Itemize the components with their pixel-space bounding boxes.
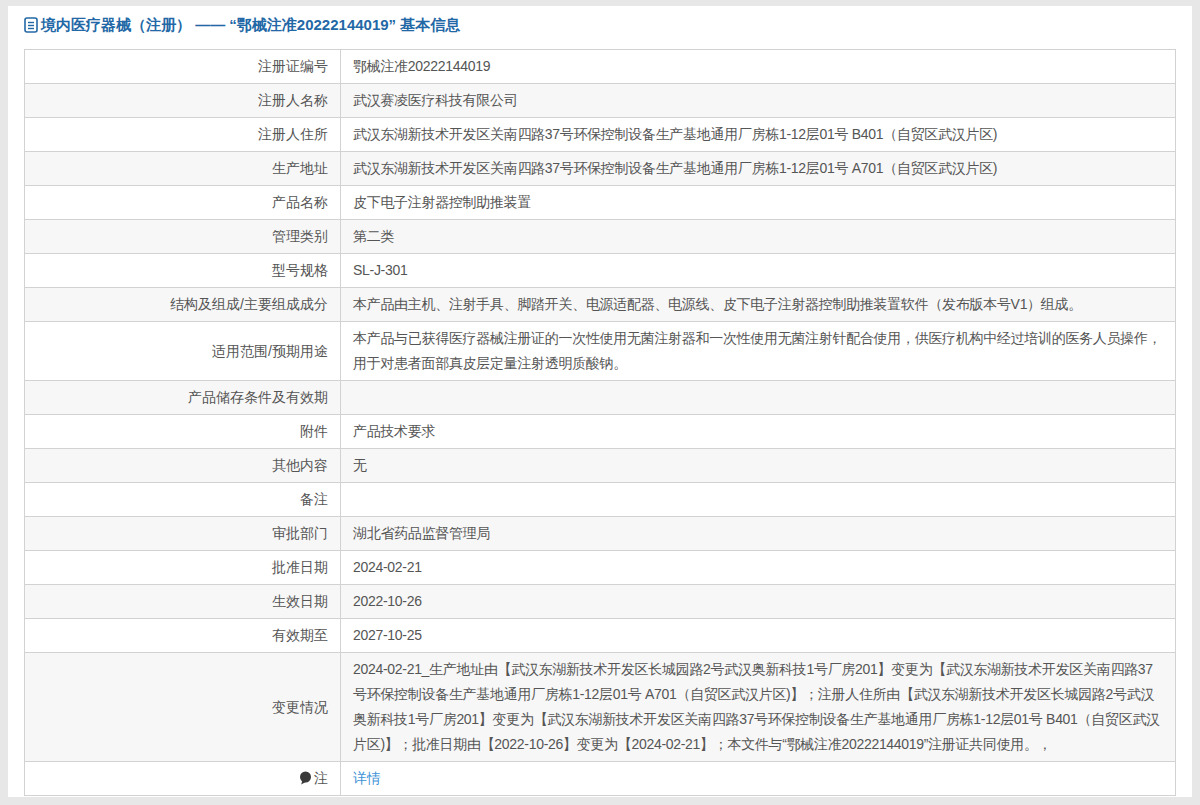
row-label-text: 注册证编号 — [258, 58, 328, 74]
row-value-text: 本产品由主机、注射手具、脚踏开关、电源适配器、电源线、皮下电子注射器控制助推装置… — [353, 296, 1082, 312]
row-value-text: 2024-02-21 — [353, 559, 422, 575]
table-row: 生产地址 武汉东湖新技术开发区关南四路37号环保控制设备生产基地通用厂房栋1-12… — [25, 152, 1176, 186]
row-label-text: 产品储存条件及有效期 — [188, 389, 328, 405]
table-row: 结构及组成/主要组成成分 本产品由主机、注射手具、脚踏开关、电源适配器、电源线、皮… — [25, 288, 1176, 322]
table-row: 审批部门 湖北省药品监督管理局 — [25, 517, 1176, 551]
comment-icon — [299, 768, 312, 782]
row-value-text: 鄂械注准20222144019 — [353, 58, 490, 74]
row-label: 结构及组成/主要组成成分 — [25, 288, 341, 322]
row-label-text: 注 — [314, 770, 328, 786]
row-label: 注 — [25, 762, 341, 796]
row-value-text: 无 — [353, 457, 367, 473]
row-value: 武汉东湖新技术开发区关南四路37号环保控制设备生产基地通用厂房栋1-12层01号… — [341, 152, 1176, 186]
page-title: 境内医疗器械（注册） —— “鄂械注准20222144019” 基本信息 — [41, 15, 460, 35]
row-value: 本产品由主机、注射手具、脚踏开关、电源适配器、电源线、皮下电子注射器控制助推装置… — [341, 288, 1176, 322]
row-value: SL-J-301 — [341, 254, 1176, 288]
row-value-text: 湖北省药品监督管理局 — [353, 525, 490, 541]
row-label: 变更情况 — [25, 653, 341, 762]
row-label: 生产地址 — [25, 152, 341, 186]
row-label: 注册人名称 — [25, 84, 341, 118]
row-value — [341, 483, 1176, 517]
row-label: 其他内容 — [25, 449, 341, 483]
row-label-text: 生效日期 — [272, 593, 328, 609]
table-row: 注册证编号 鄂械注准20222144019 — [25, 50, 1176, 84]
page-header: 境内医疗器械（注册） —— “鄂械注准20222144019” 基本信息 — [8, 6, 1192, 35]
row-label: 备注 — [25, 483, 341, 517]
row-label-text: 注册人住所 — [258, 126, 328, 142]
row-value: 本产品与已获得医疗器械注册证的一次性使用无菌注射器和一次性使用无菌注射针配合使用… — [341, 322, 1176, 381]
row-label-text: 注册人名称 — [258, 92, 328, 108]
info-table: 注册证编号鄂械注准20222144019注册人名称武汉赛凌医疗科技有限公司注册人… — [24, 49, 1176, 796]
table-row: 备注 — [25, 483, 1176, 517]
row-label-text: 其他内容 — [272, 457, 328, 473]
table-row: 产品储存条件及有效期 — [25, 381, 1176, 415]
row-label: 附件 — [25, 415, 341, 449]
row-value: 湖北省药品监督管理局 — [341, 517, 1176, 551]
row-value-text: 产品技术要求 — [353, 423, 435, 439]
table-row: 产品名称 皮下电子注射器控制助推装置 — [25, 186, 1176, 220]
row-label: 产品名称 — [25, 186, 341, 220]
row-label: 生效日期 — [25, 585, 341, 619]
table-row: 适用范围/预期用途 本产品与已获得医疗器械注册证的一次性使用无菌注射器和一次性使用… — [25, 322, 1176, 381]
row-value: 武汉赛凌医疗科技有限公司 — [341, 84, 1176, 118]
row-label-text: 有效期至 — [272, 627, 328, 643]
table-row: 变更情况 2024-02-21_生产地址由【武汉东湖新技术开发区长城园路2号武汉奥… — [25, 653, 1176, 762]
row-value-text: 第二类 — [353, 228, 394, 244]
row-label-text: 型号规格 — [272, 262, 328, 278]
table-row: 注册人名称 武汉赛凌医疗科技有限公司 — [25, 84, 1176, 118]
row-label: 型号规格 — [25, 254, 341, 288]
row-value-text: 2024-02-21_生产地址由【武汉东湖新技术开发区长城园路2号武汉奥新科技1… — [353, 661, 1160, 752]
row-label-text: 管理类别 — [272, 228, 328, 244]
row-label: 有效期至 — [25, 619, 341, 653]
row-value: 2027-10-25 — [341, 619, 1176, 653]
row-value: 武汉东湖新技术开发区关南四路37号环保控制设备生产基地通用厂房栋1-12层01号… — [341, 118, 1176, 152]
table-row: 批准日期 2024-02-21 — [25, 551, 1176, 585]
table-row: 注 详情 — [25, 762, 1176, 796]
row-label: 产品储存条件及有效期 — [25, 381, 341, 415]
table-row: 型号规格 SL-J-301 — [25, 254, 1176, 288]
row-value-text: 本产品与已获得医疗器械注册证的一次性使用无菌注射器和一次性使用无菌注射针配合使用… — [353, 330, 1161, 371]
table-row: 管理类别 第二类 — [25, 220, 1176, 254]
row-label: 管理类别 — [25, 220, 341, 254]
row-value-text: SL-J-301 — [353, 262, 407, 278]
table-row: 生效日期 2022-10-26 — [25, 585, 1176, 619]
row-value — [341, 381, 1176, 415]
row-label-text: 附件 — [300, 423, 328, 439]
table-row: 附件 产品技术要求 — [25, 415, 1176, 449]
detail-link[interactable]: 详情 — [353, 770, 380, 786]
table-row: 注册人住所 武汉东湖新技术开发区关南四路37号环保控制设备生产基地通用厂房栋1-1… — [25, 118, 1176, 152]
row-value-text: 武汉赛凌医疗科技有限公司 — [353, 92, 517, 108]
row-value: 鄂械注准20222144019 — [341, 50, 1176, 84]
row-label-text: 产品名称 — [272, 194, 328, 210]
row-value: 第二类 — [341, 220, 1176, 254]
row-value-text: 2022-10-26 — [353, 593, 422, 609]
row-value: 2024-02-21_生产地址由【武汉东湖新技术开发区长城园路2号武汉奥新科技1… — [341, 653, 1176, 762]
row-label-text: 变更情况 — [272, 699, 328, 715]
row-value: 无 — [341, 449, 1176, 483]
row-value: 2022-10-26 — [341, 585, 1176, 619]
content-panel: 境内医疗器械（注册） —— “鄂械注准20222144019” 基本信息 注册证… — [8, 6, 1192, 797]
row-label: 注册人住所 — [25, 118, 341, 152]
row-value: 皮下电子注射器控制助推装置 — [341, 186, 1176, 220]
row-value-text: 皮下电子注射器控制助推装置 — [353, 194, 531, 210]
row-label: 适用范围/预期用途 — [25, 322, 341, 381]
row-label-text: 审批部门 — [272, 525, 328, 541]
row-value: 2024-02-21 — [341, 551, 1176, 585]
row-value-text: 2027-10-25 — [353, 627, 422, 643]
row-value-text: 武汉东湖新技术开发区关南四路37号环保控制设备生产基地通用厂房栋1-12层01号… — [353, 160, 997, 176]
row-value: 详情 — [341, 762, 1176, 796]
row-label-text: 生产地址 — [272, 160, 328, 176]
row-label: 注册证编号 — [25, 50, 341, 84]
row-value: 产品技术要求 — [341, 415, 1176, 449]
row-label-text: 备注 — [300, 491, 328, 507]
table-row: 有效期至 2027-10-25 — [25, 619, 1176, 653]
row-label: 批准日期 — [25, 551, 341, 585]
row-value-text: 武汉东湖新技术开发区关南四路37号环保控制设备生产基地通用厂房栋1-12层01号… — [353, 126, 997, 142]
row-label-text: 批准日期 — [272, 559, 328, 575]
table-row: 其他内容 无 — [25, 449, 1176, 483]
row-label-text: 结构及组成/主要组成成分 — [170, 296, 328, 312]
row-label-text: 适用范围/预期用途 — [212, 343, 328, 359]
document-icon — [24, 17, 38, 33]
row-label: 审批部门 — [25, 517, 341, 551]
